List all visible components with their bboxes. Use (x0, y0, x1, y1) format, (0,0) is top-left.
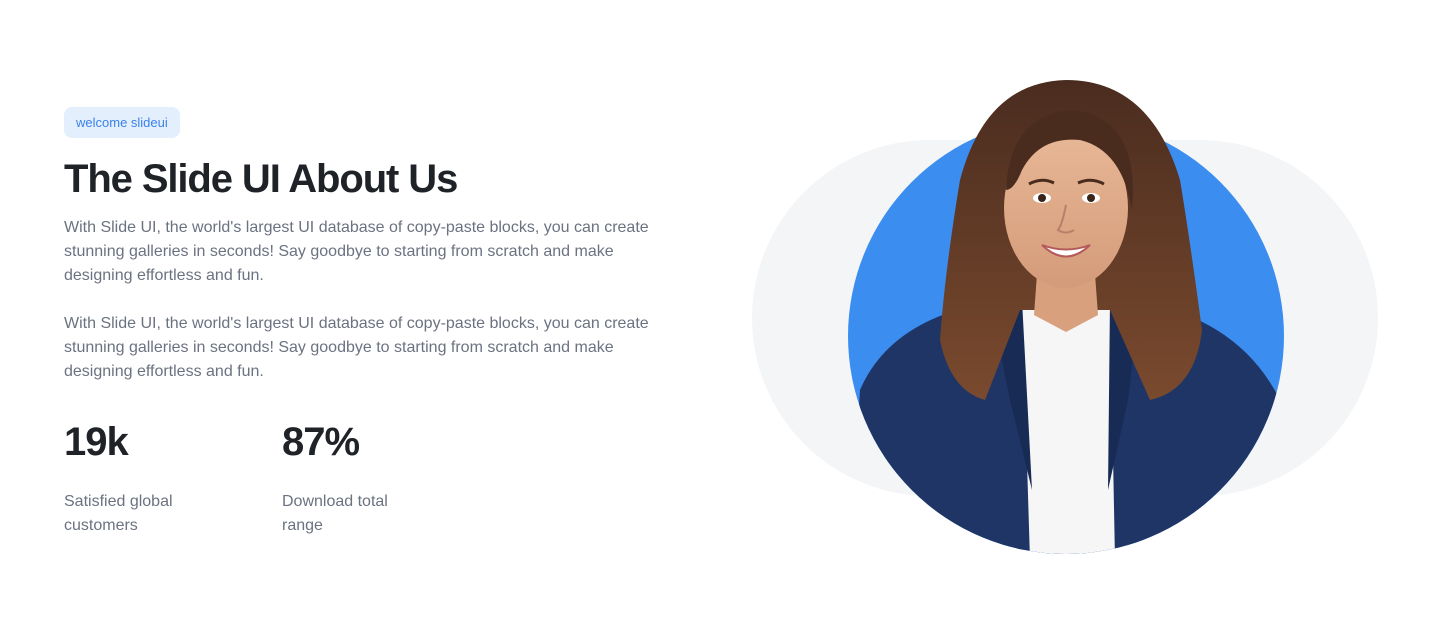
portrait-illustration (848, 80, 1284, 554)
stat-label: Satisfied global customers (64, 493, 173, 534)
about-section: welcome slideui The Slide UI About Us Wi… (64, 107, 684, 538)
welcome-badge: welcome slideui (64, 107, 180, 138)
profile-photo (810, 70, 1320, 560)
about-paragraph-1: With Slide UI, the world's largest UI da… (64, 219, 649, 284)
page-title: The Slide UI About Us (64, 157, 458, 201)
about-paragraph-2: With Slide UI, the world's largest UI da… (64, 315, 649, 380)
stats-row: 19k Satisfied global customers 87% Downl… (64, 418, 684, 538)
stat-value: 87% (282, 420, 360, 464)
stat-customers: 19k Satisfied global customers (64, 418, 282, 538)
stat-downloads: 87% Download total range (282, 418, 500, 538)
stat-value: 19k (64, 420, 129, 464)
body-group (850, 300, 1284, 554)
stat-label: Download total range (282, 493, 388, 534)
shirt (1022, 300, 1115, 554)
